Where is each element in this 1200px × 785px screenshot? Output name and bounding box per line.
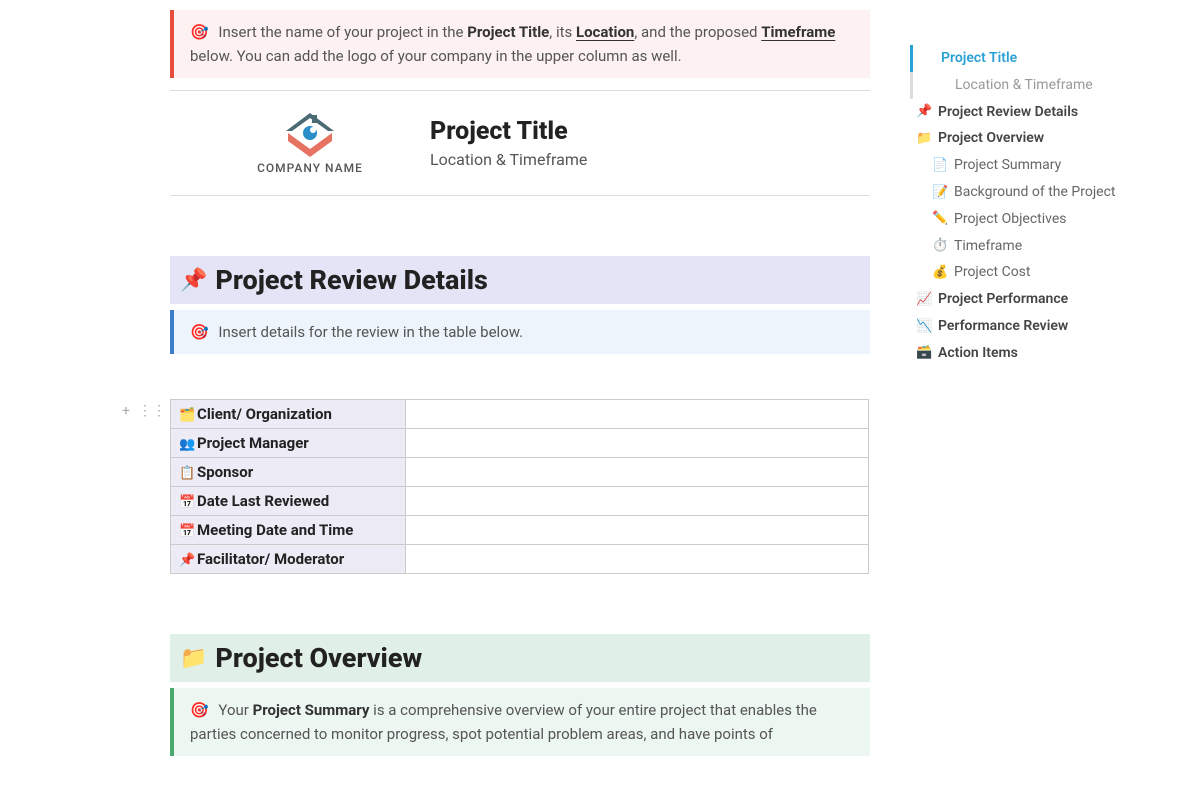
details-table: 🗂️Client/ Organization👥Project Manager📋S…	[170, 399, 869, 574]
folder-icon: 📁	[180, 646, 207, 671]
callout-text: Insert details for the review in the tab…	[218, 323, 523, 341]
table-value-cell[interactable]	[406, 545, 869, 574]
callout-review-instructions: 🎯 Insert details for the review in the t…	[170, 310, 870, 354]
outline-item-label: Project Summary	[954, 157, 1061, 174]
outline-item-label: Action Items	[938, 345, 1018, 362]
row-icon: 📌	[179, 553, 195, 568]
outline-item-label: Project Review Details	[938, 104, 1078, 121]
outline-item[interactable]: Location & Timeframe	[910, 72, 1170, 99]
outline-item-icon: 📁	[916, 131, 934, 147]
callout-text: Insert the name of your project in the P…	[190, 23, 835, 65]
outline-item-icon: ⏱️	[932, 238, 950, 254]
row-label: Facilitator/ Moderator	[197, 550, 344, 568]
target-icon: 🎯	[190, 701, 209, 719]
table-value-cell[interactable]	[406, 429, 869, 458]
outline-item-icon: 💰	[932, 265, 950, 281]
table-row: 📋Sponsor	[171, 458, 869, 487]
table-label-cell: 📋Sponsor	[171, 458, 406, 487]
outline-item-icon: 📄	[932, 158, 950, 174]
outline-item-icon: 📝	[932, 185, 950, 201]
table-value-cell[interactable]	[406, 400, 869, 429]
row-label: Date Last Reviewed	[197, 492, 329, 510]
table-row: 📌Facilitator/ Moderator	[171, 545, 869, 574]
section-header-review: 📌 Project Review Details	[170, 256, 870, 304]
target-icon: 🎯	[190, 23, 209, 41]
outline-item[interactable]: ⏱️Timeframe	[910, 233, 1170, 260]
project-header: COMPANY NAME Project Title Location & Ti…	[170, 91, 870, 195]
table-label-cell: 📅Meeting Date and Time	[171, 516, 406, 545]
outline-item[interactable]: 📁Project Overview	[910, 125, 1170, 152]
row-label: Meeting Date and Time	[197, 521, 353, 539]
outline-item[interactable]: 📄Project Summary	[910, 152, 1170, 179]
title-block: Project Title Location & Timeframe	[430, 117, 587, 169]
outline-item-label: Project Performance	[938, 291, 1068, 308]
row-icon: 📅	[179, 524, 195, 539]
outline-item-label: Timeframe	[954, 238, 1022, 255]
outline-item[interactable]: ✏️Project Objectives	[910, 206, 1170, 233]
outline-item[interactable]: 📈Project Performance	[910, 286, 1170, 313]
project-subtitle[interactable]: Location & Timeframe	[430, 150, 587, 169]
row-icon: 📅	[179, 495, 195, 510]
outline-item[interactable]: 📌Project Review Details	[910, 99, 1170, 126]
table-row: 🗂️Client/ Organization	[171, 400, 869, 429]
row-handles[interactable]: + ⋮⋮	[122, 403, 166, 419]
table-label-cell: 📅Date Last Reviewed	[171, 487, 406, 516]
row-label: Project Manager	[197, 434, 309, 452]
outline-item-label: Project Overview	[938, 130, 1044, 147]
outline-item[interactable]: Project Title	[910, 45, 1170, 72]
outline-item-label: Project Cost	[954, 264, 1030, 281]
section-title: Project Overview	[215, 642, 422, 674]
row-icon: 👥	[179, 437, 195, 452]
outline-item-label: Project Objectives	[954, 211, 1067, 228]
add-row-icon[interactable]: +	[122, 403, 130, 419]
project-title[interactable]: Project Title	[430, 117, 587, 146]
outline-item-label: Location & Timeframe	[955, 77, 1093, 94]
row-label: Sponsor	[197, 463, 253, 481]
outline-item-icon: 🗃️	[916, 345, 934, 361]
company-name: COMPANY NAME	[230, 161, 390, 175]
pin-icon: 📌	[180, 268, 207, 293]
outline-item-icon: ✏️	[932, 211, 950, 227]
table-label-cell: 📌Facilitator/ Moderator	[171, 545, 406, 574]
outline-item[interactable]: 📉Performance Review	[910, 313, 1170, 340]
house-logo-icon	[280, 111, 340, 157]
table-row: 📅Date Last Reviewed	[171, 487, 869, 516]
callout-overview-instructions: 🎯 Your Project Summary is a comprehensiv…	[170, 688, 870, 756]
section-title: Project Review Details	[215, 264, 487, 296]
row-label: Client/ Organization	[197, 405, 332, 423]
row-icon: 📋	[179, 466, 195, 481]
callout-text: Your Project Summary is a comprehensive …	[190, 701, 817, 743]
table-value-cell[interactable]	[406, 487, 869, 516]
company-logo-block: COMPANY NAME	[230, 111, 390, 175]
drag-handle-icon[interactable]: ⋮⋮	[138, 403, 166, 419]
outline-item-label: Project Title	[941, 50, 1017, 67]
table-value-cell[interactable]	[406, 458, 869, 487]
outline-item[interactable]: 🗃️Action Items	[910, 340, 1170, 367]
outline-item-icon: 📉	[916, 319, 934, 335]
outline-item-label: Background of the Project	[954, 184, 1116, 201]
table-wrapper: + ⋮⋮ 🗂️Client/ Organization👥Project Mana…	[170, 399, 870, 574]
outline-item-icon: 📈	[916, 292, 934, 308]
row-icon: 🗂️	[179, 408, 195, 423]
outline-sidebar: Project TitleLocation & Timeframe📌Projec…	[910, 45, 1170, 367]
table-value-cell[interactable]	[406, 516, 869, 545]
outline-item[interactable]: 📝Background of the Project	[910, 179, 1170, 206]
table-label-cell: 🗂️Client/ Organization	[171, 400, 406, 429]
table-row: 📅Meeting Date and Time	[171, 516, 869, 545]
outline-item-label: Performance Review	[938, 318, 1068, 335]
divider	[170, 195, 870, 196]
table-label-cell: 👥Project Manager	[171, 429, 406, 458]
callout-instructions-title: 🎯 Insert the name of your project in the…	[170, 10, 870, 78]
document-main: 🎯 Insert the name of your project in the…	[0, 0, 900, 768]
outline-item-icon: 📌	[916, 104, 934, 120]
outline-item[interactable]: 💰Project Cost	[910, 259, 1170, 286]
table-row: 👥Project Manager	[171, 429, 869, 458]
target-icon: 🎯	[190, 323, 209, 341]
section-header-overview: 📁 Project Overview	[170, 634, 870, 682]
